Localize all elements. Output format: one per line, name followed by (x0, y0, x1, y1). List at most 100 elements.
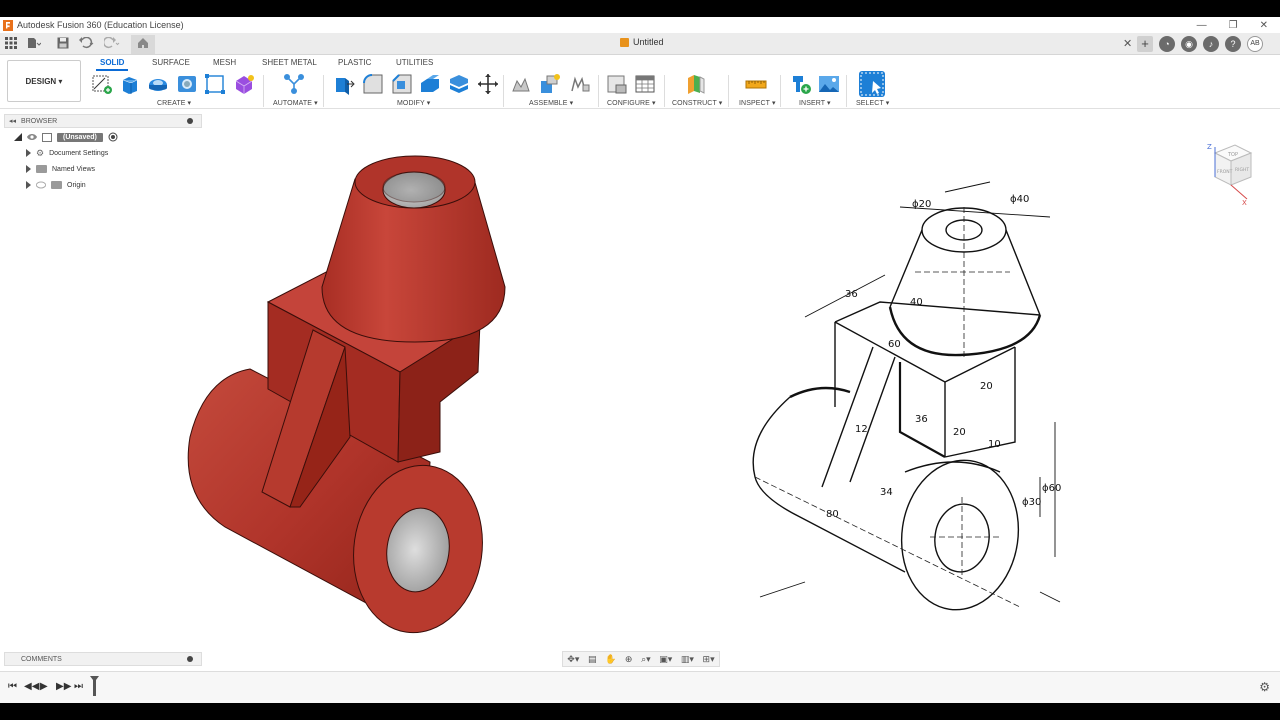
viewports-icon[interactable]: ⊞▾ (703, 654, 715, 665)
inspect-group-label[interactable]: INSPECT ▾ (739, 99, 776, 107)
title-bar: Autodesk Fusion 360 (Education License) … (0, 17, 1280, 33)
dim-label: 36 (845, 289, 858, 300)
dim-label: ϕ20 (912, 199, 931, 210)
form-icon[interactable] (233, 73, 255, 95)
as-built-joint-icon[interactable] (569, 73, 591, 95)
toolbar-separator (598, 75, 599, 107)
automate-group-label[interactable]: AUTOMATE ▾ (273, 99, 318, 107)
automate-icon[interactable] (283, 73, 305, 95)
timeline-settings-gear-icon[interactable]: ⚙ (1259, 680, 1270, 694)
timeline-play-icon[interactable]: ▶ (40, 681, 48, 692)
fillet-icon[interactable] (362, 73, 384, 95)
look-at-icon[interactable]: ▤ (588, 654, 597, 665)
create-sketch-icon[interactable] (91, 73, 113, 95)
x-axis-label: X (1242, 199, 1247, 207)
user-avatar[interactable]: AB (1247, 36, 1263, 52)
tab-plastic[interactable]: PLASTIC (338, 58, 371, 67)
chamfer-icon[interactable] (391, 73, 413, 95)
help-icon[interactable]: ? (1225, 36, 1241, 52)
home-tab-button[interactable] (131, 35, 155, 54)
comments-header[interactable]: COMMENTS (4, 652, 202, 666)
timeline-forward-icon[interactable]: ▶▶ (56, 681, 71, 692)
save-icon[interactable] (56, 37, 70, 51)
minimize-button[interactable]: — (1197, 20, 1207, 31)
dim-label: ϕ40 (1010, 194, 1029, 205)
grid-settings-icon[interactable]: ▥▾ (681, 654, 694, 665)
create-group-label[interactable]: CREATE ▾ (157, 99, 191, 107)
revolve-icon[interactable] (147, 73, 169, 95)
viewcube-top-face[interactable]: TOP (1227, 152, 1238, 158)
insert-group-label[interactable]: INSERT ▾ (799, 99, 831, 107)
measure-icon[interactable] (745, 73, 767, 95)
dim-label: 20 (980, 381, 993, 392)
extrude-icon[interactable] (119, 73, 141, 95)
undo-icon[interactable] (78, 36, 94, 51)
timeline-end-icon[interactable]: ⏭ (74, 681, 83, 692)
display-settings-icon[interactable]: ▣▾ (659, 654, 672, 665)
assemble-group-label[interactable]: ASSEMBLE ▾ (529, 99, 573, 107)
canvas-viewport[interactable]: ϕ20 ϕ40 36 40 60 12 36 20 20 10 34 80 ϕ3… (0, 109, 1280, 669)
toolbar-separator (780, 75, 781, 107)
ribbon-toolbar: DESIGN ▾ SOLID SURFACE MESH SHEET METAL … (0, 55, 1280, 109)
dim-label: 60 (888, 339, 901, 350)
modify-group-label[interactable]: MODIFY ▾ (397, 99, 430, 107)
configure-icon[interactable] (606, 73, 628, 95)
fit-zoom-icon[interactable]: ⌕▾ (641, 654, 651, 665)
tab-surface[interactable]: SURFACE (152, 58, 190, 67)
tab-solid[interactable]: SOLID (100, 58, 124, 67)
configure-group-label[interactable]: CONFIGURE ▾ (607, 99, 656, 107)
zoom-icon[interactable]: ⊕ (625, 654, 633, 665)
file-menu-icon[interactable] (27, 37, 42, 51)
tab-sheet-metal[interactable]: SHEET METAL (262, 58, 317, 67)
timeline-start-icon[interactable]: ⏮ (8, 681, 17, 692)
comments-add-icon[interactable] (187, 656, 193, 662)
shell-icon[interactable] (419, 73, 441, 95)
move-copy-icon[interactable] (477, 73, 499, 95)
timeline-back-icon[interactable]: ◀◀ (24, 681, 39, 692)
document-tab[interactable]: Untitled (620, 37, 664, 47)
offset-plane-icon[interactable] (685, 73, 707, 95)
select-icon[interactable] (859, 71, 885, 97)
maximize-button[interactable]: ❐ (1229, 20, 1238, 31)
toolbar-separator (263, 75, 264, 107)
reference-sketch-image: ϕ20 ϕ40 36 40 60 12 36 20 20 10 34 80 ϕ3… (752, 181, 1061, 611)
new-tab-plus-icon[interactable]: + (1137, 36, 1153, 52)
hole-icon[interactable] (176, 73, 198, 95)
joint-icon[interactable] (539, 73, 561, 95)
tab-mesh[interactable]: MESH (213, 58, 236, 67)
configuration-table-icon[interactable] (634, 73, 656, 95)
insert-canvas-icon[interactable] (818, 73, 840, 95)
z-axis-label: Z (1207, 143, 1212, 151)
orbit-icon[interactable]: ✥▾ (567, 654, 579, 665)
notifications-icon[interactable]: ♪ (1203, 36, 1219, 52)
pan-hand-icon[interactable]: ✋ (605, 654, 616, 665)
redo-icon[interactable] (102, 36, 120, 51)
window-title: Autodesk Fusion 360 (Education License) (17, 20, 184, 30)
fusion-logo-icon (3, 19, 13, 31)
press-pull-icon[interactable] (333, 73, 355, 95)
viewcube[interactable]: TOP FRONT RIGHT Z X (1205, 141, 1255, 211)
close-window-button[interactable]: ✕ (1260, 20, 1268, 31)
workspace-switcher-button[interactable]: DESIGN ▾ (7, 60, 81, 102)
navigation-bar: ✥▾ ▤ ✋ ⊕ ⌕▾ ▣▾ ▥▾ ⊞▾ (562, 651, 720, 667)
job-status-icon[interactable]: ◉ (1181, 36, 1197, 52)
viewcube-front-face[interactable]: FRONT (1217, 169, 1233, 175)
combine-icon[interactable] (448, 73, 470, 95)
sketch-dimension-icon[interactable] (204, 73, 226, 95)
tab-utilities[interactable]: UTILITIES (396, 58, 433, 67)
timeline-bar: ⏮ ◀◀ ▶ ▶▶ ⏭ ⚙ (0, 671, 1280, 703)
document-tab-label: Untitled (633, 37, 664, 47)
home-icon (138, 38, 148, 48)
extensions-icon[interactable]: ◔ (1159, 36, 1175, 52)
document-cube-icon (620, 37, 629, 47)
select-group-label[interactable]: SELECT ▾ (856, 99, 889, 107)
insert-derive-icon[interactable] (790, 73, 812, 95)
toolbar-separator (728, 75, 729, 107)
new-component-icon[interactable] (511, 73, 533, 95)
viewcube-right-face[interactable]: RIGHT (1235, 167, 1249, 173)
data-panel-grid-icon[interactable] (4, 37, 18, 51)
construct-group-label[interactable]: CONSTRUCT ▾ (672, 99, 722, 107)
active-tab-underline (96, 69, 128, 71)
close-tab-icon[interactable]: ✕ (1123, 37, 1132, 50)
timeline-marker-handle[interactable] (93, 678, 96, 696)
